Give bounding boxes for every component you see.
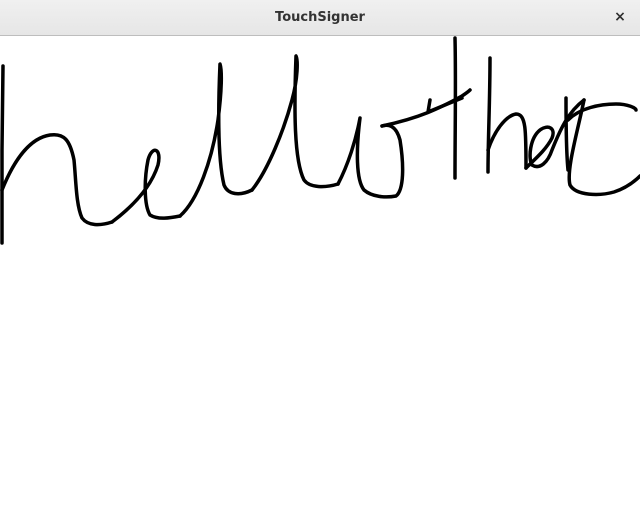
- signature-stroke: [178, 62, 254, 218]
- app-window: TouchSigner ×: [0, 0, 640, 517]
- close-icon[interactable]: ×: [610, 7, 630, 27]
- window-title: TouchSigner: [275, 10, 365, 25]
- signature-stroke: [0, 64, 5, 245]
- signature-stroke: [110, 148, 182, 224]
- signature-stroke: [486, 56, 492, 174]
- title-bar[interactable]: TouchSigner ×: [0, 0, 640, 36]
- signature-stroke: [567, 98, 640, 197]
- signature-stroke: [250, 54, 340, 192]
- signature-stroke: [486, 112, 528, 170]
- signature-drawing: [0, 36, 640, 245]
- signature-stroke: [336, 116, 405, 199]
- signature-stroke: [564, 96, 570, 172]
- signature-stroke: [0, 132, 114, 227]
- signature-canvas[interactable]: [0, 36, 640, 517]
